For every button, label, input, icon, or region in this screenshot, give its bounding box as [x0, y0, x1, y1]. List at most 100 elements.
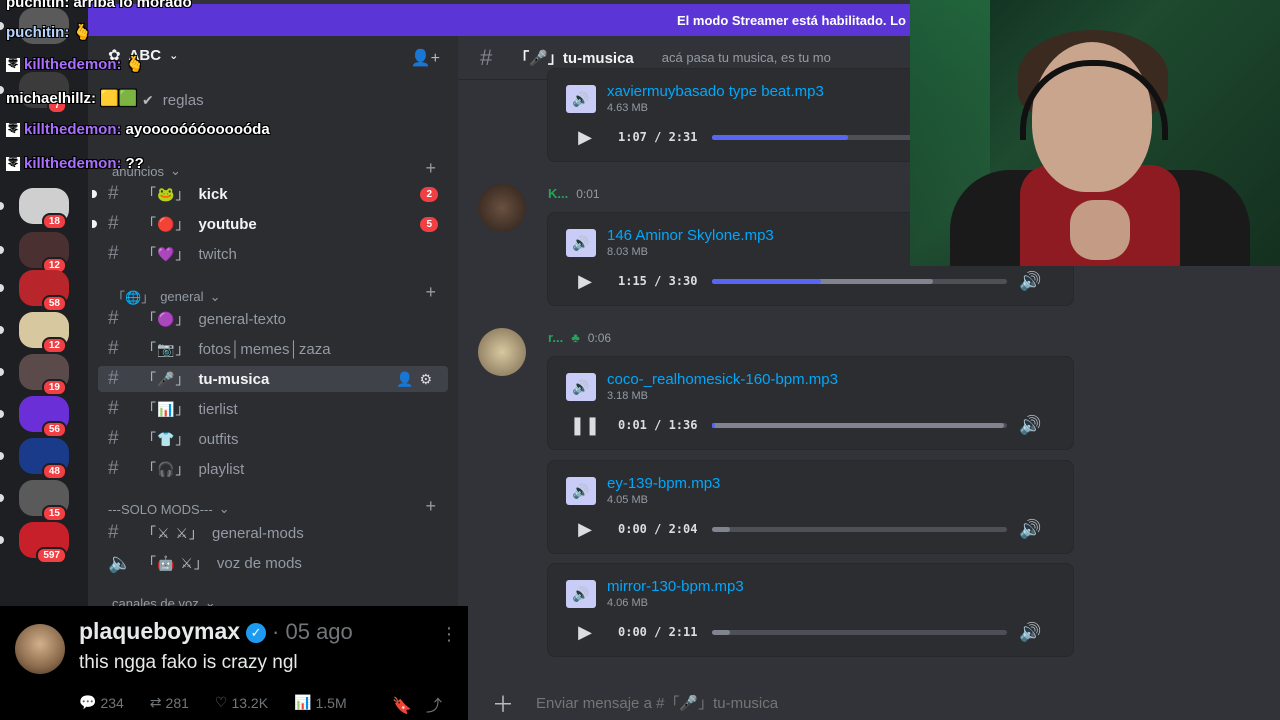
unread-indicator [0, 326, 4, 334]
message-header: r... ♣ 0:06 [548, 330, 611, 345]
unread-indicator [0, 202, 4, 210]
server-icon[interactable]: 19 [0, 354, 69, 396]
server-icon[interactable]: 58 [0, 270, 69, 312]
channel-settings-icons[interactable]: 👤⚙ [396, 371, 438, 388]
tweet-author: plaqueboymax ✓ · 05 ago [79, 618, 353, 644]
volume-icon[interactable]: 🔊 [1019, 415, 1041, 436]
audio-seekbar[interactable] [712, 278, 1007, 284]
channel-reglas[interactable]: # ✔ reglas [98, 87, 448, 113]
reply-icon: 💬 [79, 694, 97, 710]
audio-file-icon: 🔊 [566, 373, 596, 401]
server-icon[interactable]: 12 [0, 312, 69, 354]
unread-indicator [0, 494, 4, 502]
server-mention-badge: 58 [41, 295, 67, 312]
channel-voz-de-mods[interactable]: 🔈 「🤖 ⚔」 voz de mods [98, 550, 448, 576]
file-name[interactable]: coco-_realhomesick-160-bpm.mp3 [607, 371, 838, 388]
server-icon[interactable]: 48 [0, 438, 69, 480]
unread-indicator [92, 190, 97, 198]
channel-twitch[interactable]: # 「💜」 twitch [98, 241, 448, 267]
avatar[interactable] [478, 184, 526, 232]
hash-icon: # [108, 428, 119, 449]
add-channel-icon[interactable]: + [425, 282, 436, 303]
unread-indicator [0, 536, 4, 544]
mention-badge: 5 [420, 216, 438, 232]
file-name[interactable]: xaviermuybasado type beat.mp3 [607, 83, 824, 100]
play-icon[interactable]: ▶ [568, 271, 602, 292]
share-icon[interactable]: ⤴ [426, 698, 456, 715]
hash-icon: # [108, 243, 119, 264]
server-mention-badge: 597 [36, 547, 67, 564]
message-input[interactable] [536, 694, 1037, 712]
audio-seekbar[interactable] [712, 422, 1007, 428]
unread-indicator [0, 284, 4, 292]
chat-message: 零 killthedemon: ayooooóóóooooóda [6, 121, 270, 138]
tweet-overlay: plaqueboymax ✓ · 05 ago ⋮ this ngga fako i… [0, 606, 468, 720]
channel-tierlist[interactable]: # 「📊」 tierlist [98, 396, 448, 422]
unread-indicator [0, 368, 4, 376]
timestamp: 0:01 [576, 186, 600, 201]
add-channel-icon[interactable]: + [425, 158, 436, 179]
server-icon[interactable]: 56 [0, 396, 69, 438]
timestamp: 0:06 [587, 330, 612, 345]
channel-topic: acá pasa tu musica, es tu mo [661, 50, 831, 65]
volume-icon[interactable]: 🔊 [1019, 271, 1041, 292]
audio-seekbar[interactable] [712, 629, 1007, 635]
more-options-icon[interactable]: ⋮ [440, 624, 458, 645]
username[interactable]: r... [548, 330, 563, 345]
subscriber-badge-icon: 零 [6, 157, 20, 172]
verified-icon: ✓ [246, 622, 267, 643]
audio-time: 0:00 / 2:11 [618, 625, 698, 639]
channel-playlist[interactable]: # 「🎧」 playlist [98, 456, 448, 482]
chat-message: michaelhillz: 🟨🟩 [6, 90, 138, 107]
volume-icon[interactable]: 🔊 [1019, 622, 1041, 643]
file-name[interactable]: mirror-130-bpm.mp3 [607, 578, 744, 595]
server-mention-badge: 19 [41, 379, 67, 396]
webcam-overlay [910, 0, 1280, 266]
unread-indicator [0, 246, 4, 254]
invite-icon[interactable]: 👤+ [411, 48, 440, 68]
server-icon[interactable]: 12 [0, 232, 69, 274]
file-name[interactable]: ey-139-bpm.mp3 [607, 475, 720, 492]
views-button[interactable]: 📊 1.5M [294, 694, 347, 711]
chevron-down-icon: ⌄ [170, 163, 181, 178]
channel-youtube[interactable]: # 「🔴」 youtube 5 [92, 211, 448, 237]
pause-icon[interactable]: ❚❚ [568, 415, 602, 436]
server-icon[interactable]: 15 [0, 480, 69, 522]
category-solo-mods[interactable]: ---SOLO MODS--- ⌄ [108, 501, 230, 517]
add-channel-icon[interactable]: + [425, 496, 436, 517]
bookmark-icon[interactable]: 🔖 [392, 698, 426, 715]
username[interactable]: K... [548, 186, 568, 201]
chevron-down-icon: ⌄ [218, 501, 230, 516]
file-name[interactable]: 146 Aminor Skylone.mp3 [607, 227, 774, 244]
unread-indicator [0, 410, 4, 418]
retweet-button[interactable]: ⇄ 281 [150, 694, 189, 711]
avatar[interactable] [478, 328, 526, 376]
subscriber-badge-icon: 零 [6, 123, 20, 138]
channel-general-mods[interactable]: # 「⚔ ⚔」 general-mods [98, 520, 448, 546]
server-icon[interactable]: 18 [0, 188, 69, 230]
file-size: 4.05 MB [607, 494, 648, 506]
server-icon[interactable]: 597 [0, 522, 69, 564]
audio-player: ▶ 1:15 / 3:30 🔊 [568, 265, 1058, 297]
category-general[interactable]: 「🌐」 general ⌄ [112, 287, 220, 306]
channel-kick[interactable]: # 「🐸」 kick 2 [92, 181, 448, 207]
avatar[interactable] [15, 624, 65, 674]
chat-message: puchitin: arriba lo morado [6, 0, 192, 11]
audio-time: 0:00 / 2:04 [618, 522, 698, 536]
play-icon[interactable]: ▶ [568, 127, 602, 148]
play-icon[interactable]: ▶ [568, 622, 602, 643]
channel-fotos[interactable]: # 「📷」 fotos│memes│zaza [98, 336, 448, 362]
add-attachment-icon[interactable]: ＋ [492, 687, 514, 719]
file-size: 8.03 MB [607, 246, 648, 258]
play-icon[interactable]: ▶ [568, 519, 602, 540]
reply-button[interactable]: 💬 234 [79, 694, 124, 711]
volume-icon[interactable]: 🔊 [1019, 519, 1041, 540]
channel-tu-musica[interactable]: # 「🎤」 tu-musica 👤⚙ [98, 366, 448, 392]
audio-seekbar[interactable] [712, 526, 1007, 532]
file-size: 4.63 MB [607, 102, 648, 114]
hash-icon: # [108, 368, 119, 389]
channel-outfits[interactable]: # 「👕」 outfits [98, 426, 448, 452]
like-button[interactable]: ♡ 13.2K [215, 694, 268, 711]
channel-general-texto[interactable]: # 「🟣」 general-texto [98, 306, 448, 332]
server-mention-badge: 12 [41, 337, 67, 354]
